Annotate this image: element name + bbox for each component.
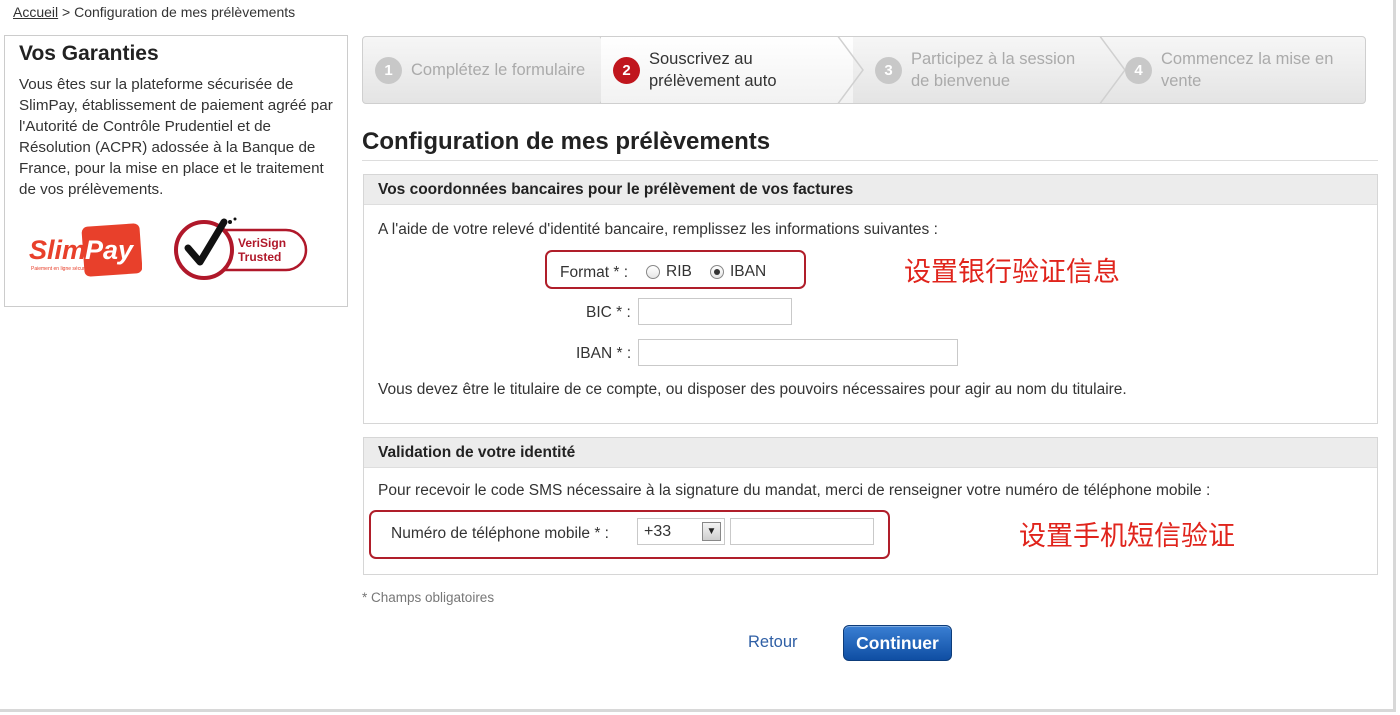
continue-button[interactable]: Continuer	[843, 625, 952, 661]
bank-details-panel: Vos coordonnées bancaires pour le prélèv…	[363, 174, 1378, 424]
iban-label: IBAN * :	[576, 345, 632, 362]
step-4-label: Commencez la mise en vente	[1161, 50, 1334, 90]
slimpay-logo: Slim Pay Paiement en ligne sécurisé	[29, 223, 142, 277]
step-1-label: Complétez le formulaire	[411, 61, 586, 79]
step-3: 3 Participez à la session de bienvenue	[863, 37, 1126, 103]
breadcrumb-current: Configuration de mes prélèvements	[74, 4, 296, 20]
account-holder-note: Vous devez être le titulaire de ce compt…	[378, 381, 1127, 398]
breadcrumb-separator: >	[62, 4, 71, 20]
format-highlight-box	[545, 250, 806, 289]
slimpay-logo-tagline: Paiement en ligne sécurisé	[31, 266, 91, 272]
phone-highlight-box	[369, 510, 890, 559]
verisign-logo-line2: Trusted	[238, 250, 281, 264]
required-fields-note: * Champs obligatoires	[362, 590, 495, 605]
slimpay-logo-word1: Slim	[29, 235, 86, 265]
iban-input[interactable]	[638, 339, 958, 366]
bank-panel-intro: A l'aide de votre relevé d'identité banc…	[378, 221, 938, 238]
bank-panel-header: Vos coordonnées bancaires pour le prélèv…	[364, 175, 1377, 205]
step-3-number: 3	[875, 56, 902, 84]
step-1: 1 Complétez le formulaire	[363, 37, 626, 103]
identity-panel-header: Validation de votre identité	[364, 438, 1377, 468]
sidebar-title: Vos Garanties	[19, 42, 159, 65]
step-2-number: 2	[613, 56, 640, 84]
bic-label: BIC * :	[586, 304, 631, 321]
breadcrumb-home-link[interactable]: Accueil	[13, 4, 58, 20]
step-1-number: 1	[375, 56, 402, 84]
sms-annotation: 设置手机短信验证	[1019, 521, 1235, 552]
step-3-label: Participez à la session de bienvenue	[911, 50, 1076, 90]
step-2: 2 Souscrivez au prélèvement auto	[601, 37, 864, 103]
step-4: 4 Commencez la mise en vente	[1113, 37, 1365, 103]
guarantees-sidebar: Vos Garanties Vous êtes sur la plateform…	[4, 35, 348, 307]
back-link[interactable]: Retour	[748, 633, 798, 652]
sidebar-text: Vous êtes sur la plateforme sécurisée de…	[19, 76, 333, 198]
verisign-trusted-logo: VeriSign Trusted	[174, 217, 308, 280]
identity-panel-intro: Pour recevoir le code SMS nécessaire à l…	[378, 482, 1211, 499]
step-2-label: Souscrivez au prélèvement auto	[649, 50, 777, 90]
trust-logos: Slim Pay Paiement en ligne sécurisé Veri…	[27, 216, 327, 286]
step-4-number: 4	[1125, 56, 1152, 84]
bic-input[interactable]	[638, 298, 792, 325]
progress-stepper: 1 Complétez le formulaire 2 Souscrivez a…	[362, 36, 1366, 104]
verisign-logo-line1: VeriSign	[238, 236, 286, 250]
page-title: Configuration de mes prélèvements	[362, 128, 1378, 161]
slimpay-logo-word2: Pay	[85, 235, 135, 265]
bank-annotation: 设置银行验证信息	[904, 257, 1120, 288]
breadcrumb: Accueil > Configuration de mes prélèveme…	[13, 4, 295, 20]
